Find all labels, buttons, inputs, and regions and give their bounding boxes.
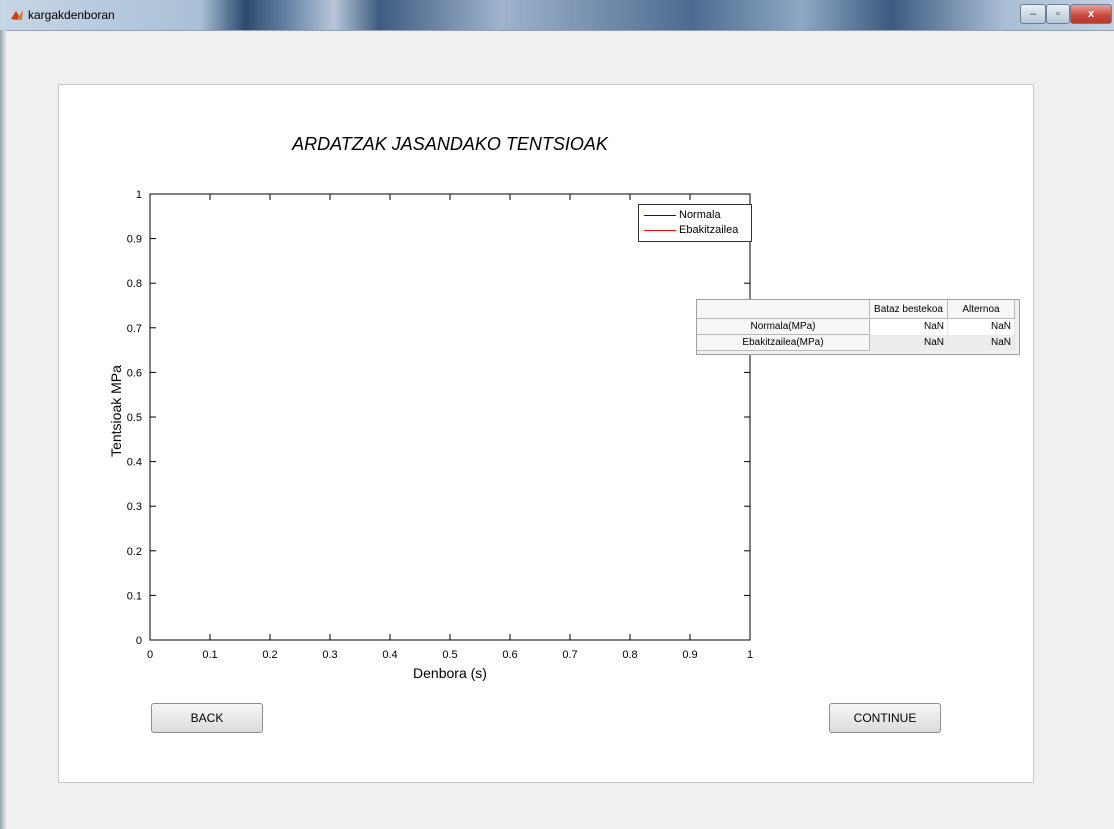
legend-label: Ebakitzailea bbox=[679, 224, 739, 236]
y-tick-label: 0.3 bbox=[127, 501, 142, 513]
y-tick-label: 0.8 bbox=[127, 278, 142, 290]
x-tick-label: 0.5 bbox=[442, 649, 457, 661]
continue-button[interactable]: CONTINUE bbox=[829, 703, 941, 733]
x-tick-label: 1 bbox=[747, 649, 753, 661]
column-header[interactable]: Bataz bestekoa bbox=[870, 300, 948, 319]
x-tick-label: 0.2 bbox=[262, 649, 277, 661]
legend-item-ebakitzailea: Ebakitzailea bbox=[639, 223, 749, 237]
y-tick-label: 0.7 bbox=[127, 323, 142, 335]
back-button[interactable]: BACK bbox=[151, 703, 263, 733]
y-tick-label: 1 bbox=[136, 189, 142, 201]
y-tick-label: 0.6 bbox=[127, 367, 142, 379]
x-tick-label: 0 bbox=[147, 649, 153, 661]
y-tick-label: 0.5 bbox=[127, 412, 142, 424]
row-header[interactable]: Normala(MPa) bbox=[697, 319, 870, 335]
x-tick-label: 0.7 bbox=[562, 649, 577, 661]
table-cell[interactable]: NaN bbox=[948, 335, 1015, 351]
legend-label: Normala bbox=[679, 209, 721, 221]
legend-line-normala bbox=[644, 215, 676, 216]
plot-legend[interactable]: Normala Ebakitzailea bbox=[638, 204, 752, 242]
x-tick-label: 0.8 bbox=[622, 649, 637, 661]
x-tick-label: 0.4 bbox=[382, 649, 397, 661]
table-cell[interactable]: NaN bbox=[870, 319, 948, 335]
results-table[interactable]: Bataz bestekoa Alternoa Normala(MPa) NaN… bbox=[696, 299, 1020, 355]
y-tick-label: 0 bbox=[136, 635, 142, 647]
y-tick-label: 0.9 bbox=[127, 234, 142, 246]
y-tick-label: 0.1 bbox=[127, 590, 142, 602]
x-tick-label: 0.3 bbox=[322, 649, 337, 661]
axes-box bbox=[149, 193, 751, 641]
legend-item-normala: Normala bbox=[639, 208, 749, 222]
x-tick-label: 0.6 bbox=[502, 649, 517, 661]
legend-line-ebakitzailea bbox=[644, 230, 676, 231]
x-tick-label: 0.1 bbox=[202, 649, 217, 661]
x-axis-label: Denbora (s) bbox=[413, 665, 487, 681]
table-cell[interactable]: NaN bbox=[870, 335, 948, 351]
x-tick-label: 0.9 bbox=[682, 649, 697, 661]
table-corner bbox=[697, 300, 870, 319]
table-cell[interactable]: NaN bbox=[948, 319, 1015, 335]
row-header[interactable]: Ebakitzailea(MPa) bbox=[697, 335, 870, 351]
column-header[interactable]: Alternoa bbox=[948, 300, 1015, 319]
y-tick-label: 0.2 bbox=[127, 546, 142, 558]
y-tick-label: 0.4 bbox=[127, 457, 142, 469]
